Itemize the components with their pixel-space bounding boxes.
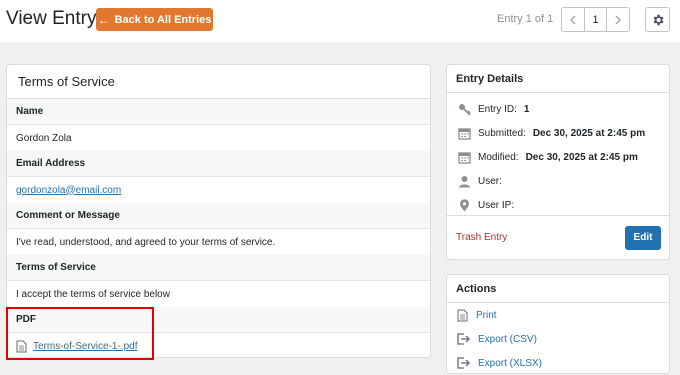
email-link[interactable]: gordonzola@email.com xyxy=(16,185,121,196)
modified-value: Dec 30, 2025 at 2:45 pm xyxy=(525,151,638,163)
field-value-comment: I've read, understood, and agreed to you… xyxy=(16,236,276,248)
entry-id-value: 1 xyxy=(523,103,530,115)
field-label-terms: Terms of Service xyxy=(7,255,430,281)
submitted-value: Dec 30, 2025 at 2:45 pm xyxy=(532,127,646,139)
field-label-email: Email Address xyxy=(7,151,430,177)
top-bar: View Entry ← Back to All Entries Entry 1… xyxy=(0,0,680,42)
actions-title: Actions xyxy=(447,275,669,303)
calendar-icon xyxy=(457,151,471,164)
print-icon xyxy=(457,309,468,321)
chevron-left-icon xyxy=(569,14,576,25)
user-ip-row: User IP: xyxy=(447,193,669,217)
calendar-icon xyxy=(457,127,471,140)
entry-details-footer: Trash Entry Edit xyxy=(447,215,669,259)
document-icon xyxy=(16,340,27,352)
field-value-terms: I accept the terms of service below xyxy=(16,288,170,300)
export-csv-label: Export (CSV) xyxy=(478,333,537,345)
location-pin-icon xyxy=(457,198,471,212)
key-icon xyxy=(457,103,471,116)
submitted-row: Submitted: Dec 30, 2025 at 2:45 pm xyxy=(447,121,669,145)
trash-entry-link[interactable]: Trash Entry xyxy=(456,232,507,243)
back-to-entries-button[interactable]: ← Back to All Entries xyxy=(96,8,213,31)
gear-icon xyxy=(653,14,664,25)
actions-card: Actions Print Export (CSV) Export (XLSX) xyxy=(446,274,670,374)
next-entry-button[interactable] xyxy=(607,8,629,31)
modified-label: Modified: xyxy=(478,151,519,163)
user-icon xyxy=(457,175,471,188)
arrow-left-icon: ← xyxy=(97,12,110,27)
entry-pager: 1 xyxy=(561,7,630,32)
export-icon xyxy=(457,357,470,369)
export-xlsx-action[interactable]: Export (XLSX) xyxy=(447,351,669,375)
user-label: User: xyxy=(478,175,502,187)
page-number-input[interactable]: 1 xyxy=(584,8,607,31)
submitted-label: Submitted: xyxy=(478,127,526,139)
edit-button[interactable]: Edit xyxy=(625,225,661,250)
modified-row: Modified: Dec 30, 2025 at 2:45 pm xyxy=(447,145,669,169)
export-xlsx-label: Export (XLSX) xyxy=(478,357,542,369)
entry-id-row: Entry ID: 1 xyxy=(447,97,669,121)
field-label-name: Name xyxy=(7,99,430,125)
entry-details-title: Entry Details xyxy=(447,65,669,93)
entry-card: Terms of Service Name Gordon Zola Email … xyxy=(6,64,431,358)
page-title: View Entry xyxy=(6,8,97,29)
field-label-pdf: PDF xyxy=(7,307,430,333)
field-label-comment: Comment or Message xyxy=(7,203,430,229)
entry-count: Entry 1 of 1 xyxy=(497,13,554,25)
settings-button[interactable] xyxy=(645,7,670,32)
field-value-name: Gordon Zola xyxy=(16,132,72,144)
export-icon xyxy=(457,333,470,345)
entry-id-label: Entry ID: xyxy=(478,103,517,115)
export-csv-action[interactable]: Export (CSV) xyxy=(447,327,669,351)
user-ip-label: User IP: xyxy=(478,199,515,211)
pdf-file-link[interactable]: Terms-of-Service-1-.pdf xyxy=(33,341,137,352)
entry-details-card: Entry Details Entry ID: 1 Submitted: Dec… xyxy=(446,64,670,260)
form-title: Terms of Service xyxy=(7,65,430,99)
prev-entry-button[interactable] xyxy=(562,8,584,31)
chevron-right-icon xyxy=(615,14,622,25)
back-button-label: Back to All Entries xyxy=(114,13,212,26)
user-row: User: xyxy=(447,169,669,193)
field-value-pdf: Terms-of-Service-1-.pdf xyxy=(7,333,430,357)
field-value-email: gordonzola@email.com xyxy=(7,177,430,203)
print-action[interactable]: Print xyxy=(447,303,669,327)
print-label: Print xyxy=(476,309,497,321)
